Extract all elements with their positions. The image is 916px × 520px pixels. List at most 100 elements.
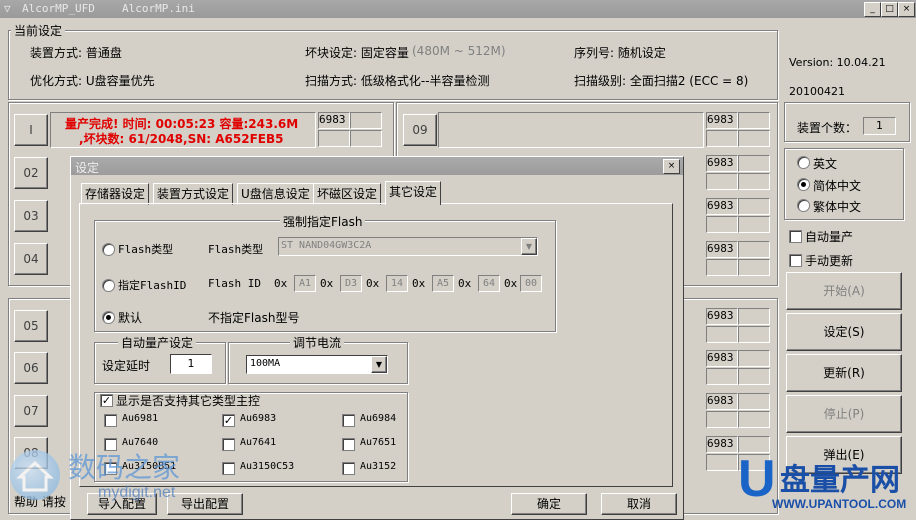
flash-id-byte-4[interactable]: A5 (432, 275, 454, 292)
delay-input[interactable]: 1 (170, 354, 212, 374)
flash-id-option: 指定FlashID (118, 279, 187, 292)
close-button[interactable]: × (898, 2, 915, 17)
port1-cell (350, 130, 382, 147)
port-button-3[interactable]: 03 (14, 200, 48, 232)
tab-memory[interactable]: 存储器设定 (81, 183, 150, 205)
default-option: 默认 (118, 311, 143, 325)
window-title: AlcorMP_UFD (22, 2, 95, 15)
tab-install-mode[interactable]: 装置方式设定 (153, 183, 234, 205)
port-button-4[interactable]: 04 (14, 243, 48, 275)
port-cell (738, 308, 770, 325)
port-button-7[interactable]: 07 (14, 395, 48, 427)
port-button-9[interactable]: 09 (403, 114, 437, 146)
house-logo-icon (10, 450, 60, 500)
port9-status-box (438, 112, 704, 148)
chevron-down-icon[interactable]: ▼ (521, 238, 537, 255)
port-cell (706, 411, 738, 428)
default-radio[interactable] (102, 311, 115, 324)
ctrl-au6981-label: Au6981 (122, 413, 159, 424)
auto-mp-group-title: 自动量产设定 (118, 334, 197, 351)
ctrl-au3150c53-label: Au3150C53 (240, 461, 295, 472)
manual-update-checkbox[interactable] (789, 254, 802, 267)
current-select[interactable]: 100MA ▼ (246, 355, 388, 374)
version-date: 20100421 (789, 85, 845, 98)
scan-mode-text: 扫描方式: 低级格式化--半容量检测 (305, 74, 490, 88)
device-count-field[interactable]: 1 (863, 117, 896, 135)
port-cell (738, 393, 770, 410)
optimize-text: 优化方式: U盘容量优先 (30, 74, 155, 88)
port-cell (738, 155, 770, 172)
ctrl-au6983-label: Au6983 (240, 413, 277, 424)
upantool-u-logo: U (738, 450, 776, 508)
flash-type-select[interactable]: ST NAND04GW3C2A ▼ (278, 237, 538, 256)
flash-id-byte-2[interactable]: D3 (340, 275, 362, 292)
port1-cell (318, 130, 350, 147)
port-code: 6983 (706, 436, 738, 453)
port-code: 6983 (706, 350, 738, 367)
port-cell (738, 350, 770, 367)
tab-bad-sector[interactable]: 坏磁区设定 (313, 183, 382, 205)
port-cell (738, 198, 770, 215)
auto-mp-checkbox[interactable] (789, 230, 802, 243)
tab-panel: 强制指定Flash Flash类型 Flash类型 ST NAND04GW3C2… (79, 203, 673, 487)
ctrl-au3150c53-checkbox[interactable] (222, 462, 235, 475)
port-cell (738, 259, 770, 276)
chevron-down-icon[interactable]: ▼ (371, 356, 387, 373)
port-cell (706, 173, 738, 190)
tab-udisk-info[interactable]: U盘信息设定 (237, 183, 314, 205)
lang-english-radio[interactable] (797, 156, 810, 169)
flash-type-radio[interactable] (102, 243, 115, 256)
flash-id-radio[interactable] (102, 279, 115, 292)
current-settings-title: 当前设定 (11, 22, 66, 39)
port-cell (738, 216, 770, 233)
dialog-close-button[interactable]: × (663, 159, 680, 174)
flash-id-byte-3[interactable]: 14 (386, 275, 408, 292)
port-button-1[interactable]: I (14, 114, 48, 146)
minimize-button[interactable]: _ (864, 2, 881, 17)
port-button-2[interactable]: 02 (14, 157, 48, 189)
ok-button[interactable]: 确定 (511, 493, 587, 515)
ctrl-au3152-checkbox[interactable] (342, 462, 355, 475)
maximize-button[interactable]: □ (881, 2, 898, 17)
port-code: 6983 (706, 155, 738, 172)
current-settings-group (8, 30, 778, 100)
stop-button[interactable]: 停止(P) (786, 395, 902, 433)
port-button-6[interactable]: 06 (14, 352, 48, 384)
settings-button[interactable]: 设定(S) (786, 313, 902, 351)
upantool-cn-text: 盘量产网 (780, 463, 900, 498)
port-cell (738, 326, 770, 343)
flash-id-byte-5[interactable]: 64 (478, 275, 500, 292)
port-cell (706, 454, 738, 471)
version-text: Version: 10.04.21 (789, 56, 886, 69)
lang-traditional-radio[interactable] (797, 199, 810, 212)
tab-other[interactable]: 其它设定 (385, 181, 442, 205)
port-button-5[interactable]: 05 (14, 310, 48, 342)
flash-id-byte-1[interactable]: A1 (294, 275, 316, 292)
ctrl-au6984-checkbox[interactable] (342, 414, 355, 427)
ctrl-au7641-checkbox[interactable] (222, 438, 235, 451)
force-flash-title: 强制指定Flash (280, 213, 366, 230)
manual-update-label: 手动更新 (805, 254, 854, 268)
support-other-checkbox[interactable]: ✓ (100, 394, 113, 407)
ctrl-au6981-checkbox[interactable] (104, 414, 117, 427)
start-button[interactable]: 开始(A) (786, 272, 902, 310)
title-bar: ▽ AlcorMP_UFD AlcorMP.ini _ □ × (0, 0, 916, 18)
flash-type-option: Flash类型 (118, 243, 174, 256)
lang-simplified-radio[interactable] (797, 178, 810, 191)
cancel-button[interactable]: 取消 (601, 493, 677, 515)
hex-prefix: 0x (504, 277, 518, 290)
ctrl-au6983-checkbox[interactable]: ✓ (222, 414, 235, 427)
port-cell (738, 173, 770, 190)
ctrl-au6984-label: Au6984 (360, 413, 397, 424)
port-code: 6983 (706, 198, 738, 215)
ctrl-au7651-checkbox[interactable] (342, 438, 355, 451)
hex-prefix: 0x (366, 277, 380, 290)
port1-status-line2: ,坏块数: 61/2048,SN: A652FEB5 (79, 132, 284, 146)
current-value: 100MA (250, 358, 281, 369)
flash-id-byte-6[interactable]: 00 (520, 275, 542, 292)
ini-name: AlcorMP.ini (122, 2, 195, 15)
refresh-button[interactable]: 更新(R) (786, 354, 902, 392)
port-cell (706, 216, 738, 233)
auto-mp-label: 自动量产 (805, 230, 854, 244)
port9-cell (706, 130, 738, 147)
